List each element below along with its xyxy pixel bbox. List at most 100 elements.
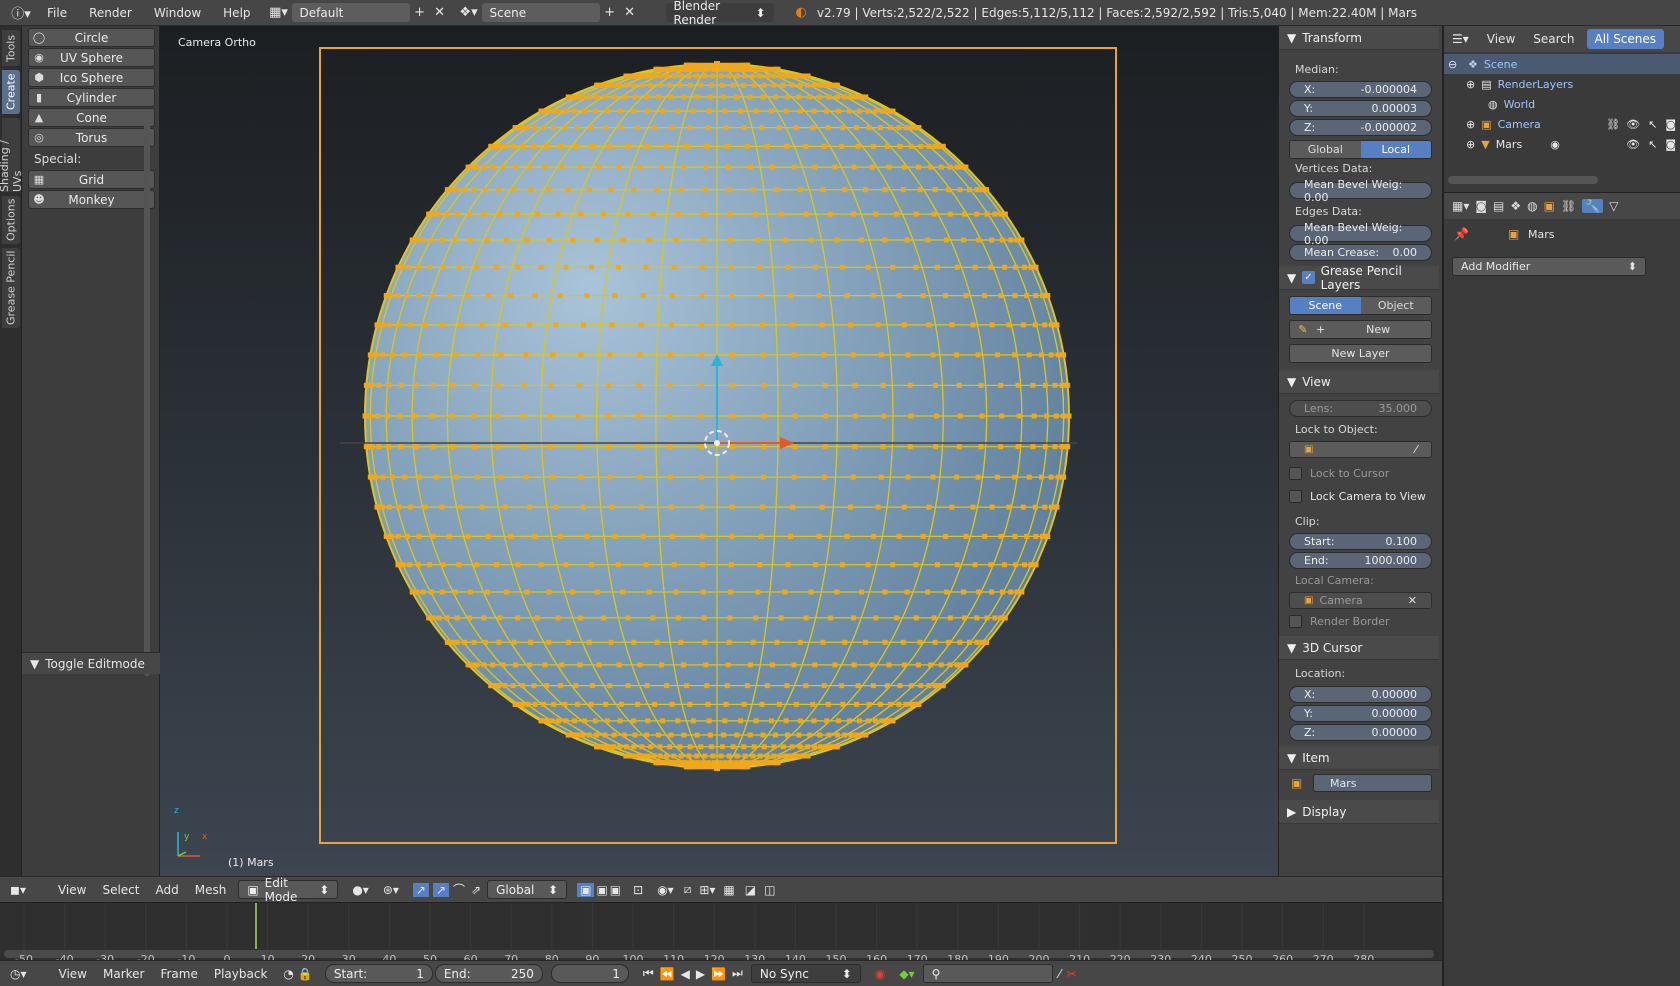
view-panel-header[interactable]: ▼ View xyxy=(1279,370,1439,394)
eye-icon[interactable]: 👁 xyxy=(1626,118,1640,131)
opengl-anim-icon[interactable]: ◫ xyxy=(764,883,775,897)
menu-help[interactable]: Help xyxy=(212,6,261,20)
outliner-editor-icon[interactable]: ☰▾ xyxy=(1444,32,1477,46)
global-button[interactable]: Global xyxy=(1290,141,1361,158)
play-reverse-icon[interactable]: ◀ xyxy=(681,967,690,981)
menu-window[interactable]: Window xyxy=(143,6,212,20)
add-monkey-button[interactable]: ☻ Monkey xyxy=(28,190,155,209)
data-tab-icon[interactable]: ▽ xyxy=(1609,199,1618,213)
keyframe-icon[interactable]: ◆▾ xyxy=(899,967,914,981)
menu-add[interactable]: Add xyxy=(148,883,187,897)
editor-type-icon[interactable]: ◼▾ xyxy=(0,883,36,897)
lock-object-field[interactable]: ▣ ⁄ xyxy=(1289,441,1432,458)
menu-view[interactable]: View xyxy=(50,883,94,897)
keying-set-field[interactable]: ⚲ xyxy=(922,964,1053,983)
camera-render-icon[interactable]: ◙ xyxy=(1665,118,1676,131)
scale-manipulator-icon[interactable]: ⌒ xyxy=(453,881,465,898)
add-ico-sphere-button[interactable]: ⬢ Ico Sphere xyxy=(28,68,155,87)
camera-render-icon[interactable]: ◙ xyxy=(1665,138,1676,151)
outliner-h-scrollbar[interactable] xyxy=(1448,176,1598,184)
screen-layout-icon[interactable]: ▦▾ xyxy=(266,3,292,22)
local-camera-field[interactable]: ▣ Camera ✕ xyxy=(1289,592,1432,609)
toolshelf-scrollbar[interactable] xyxy=(144,116,150,676)
snap-icon[interactable]: ⧄ xyxy=(684,882,692,897)
properties-editor-icon[interactable]: ▦▾ xyxy=(1452,199,1469,213)
menu-mesh[interactable]: Mesh xyxy=(187,883,235,897)
preview-range-icon[interactable]: ◔ xyxy=(283,967,293,981)
world-tab-icon[interactable]: ◍ xyxy=(1527,199,1537,213)
tab-grease-pencil[interactable]: Grease Pencil xyxy=(2,248,20,328)
menu-select[interactable]: Select xyxy=(94,883,147,897)
timeline-menu-playback[interactable]: Playback xyxy=(206,967,276,981)
eyedropper-icon[interactable]: ⁄ xyxy=(1415,443,1417,456)
scene-tab-icon[interactable]: ❖ xyxy=(1510,199,1521,213)
lock-camera-checkbox[interactable]: Lock Camera to View xyxy=(1289,490,1426,503)
manipulator-icon[interactable]: ⇗ xyxy=(471,883,481,897)
outliner-filter-select[interactable]: All Scenes xyxy=(1586,29,1665,49)
constraints-tab-icon[interactable]: ⛓ xyxy=(1561,199,1576,213)
add-modifier-button[interactable]: Add Modifier ⬍ xyxy=(1452,257,1646,276)
mean-bevel-edge-field[interactable]: Mean Bevel Weig: 0.00 xyxy=(1289,221,1432,247)
remove-screen-icon[interactable]: ✕ xyxy=(430,3,450,22)
scene-field[interactable]: Scene xyxy=(481,3,600,22)
grease-scene-button[interactable]: Scene xyxy=(1290,297,1361,314)
cursor-y-field[interactable]: Y: 0.00000 xyxy=(1289,705,1432,722)
modifier-tab-icon[interactable]: 🔧 xyxy=(1582,199,1604,213)
outliner-row-renderlayers[interactable]: ⊕ ▤ RenderLayers xyxy=(1444,74,1680,94)
outliner-row-camera[interactable]: ⊕ ▣ Camera ⛓ 👁 ↖ ◙ xyxy=(1444,114,1680,134)
face-select-icon[interactable]: ▣ xyxy=(610,883,621,897)
outliner-search-menu[interactable]: Search xyxy=(1525,32,1582,46)
tab-shading-uvs[interactable]: Shading / UVs xyxy=(0,118,24,192)
render-tab-icon[interactable]: ◙ xyxy=(1475,199,1487,213)
proportional-edit-icon[interactable]: ◉▾ xyxy=(657,883,674,897)
add-scene-icon[interactable]: + xyxy=(600,3,620,22)
timeline-menu-marker[interactable]: Marker xyxy=(95,967,152,981)
display-panel-header[interactable]: ▶ Display xyxy=(1279,800,1439,824)
3d-cursor-panel-header[interactable]: ▼ 3D Cursor xyxy=(1279,636,1439,660)
operator-panel-header[interactable]: ▼ Toggle Editmode xyxy=(22,652,160,674)
play-icon[interactable]: ▶ xyxy=(696,967,705,981)
clip-start-field[interactable]: Start: 0.100 xyxy=(1289,533,1432,550)
item-panel-header[interactable]: ▼ Item xyxy=(1279,746,1439,770)
remove-scene-icon[interactable]: ✕ xyxy=(620,3,640,22)
opengl-render-icon[interactable]: ◪ xyxy=(745,883,756,897)
add-cone-button[interactable]: ▲ Cone xyxy=(28,108,155,127)
3d-viewport[interactable]: Camera Ortho z y x (1) Mars xyxy=(160,26,1278,876)
insert-keyframe-icon[interactable]: ⁄ xyxy=(1059,967,1061,981)
viewport-shading-icon[interactable]: ●▾ xyxy=(352,883,369,897)
add-grid-button[interactable]: ▦ Grid xyxy=(28,170,155,189)
outliner-view-menu[interactable]: View xyxy=(1477,32,1525,46)
outliner-row-mars[interactable]: ⊕ ▼ Mars ◉ 👁 ↖ ◙ xyxy=(1444,134,1680,154)
tab-tools[interactable]: Tools xyxy=(2,30,20,66)
delete-keyframe-icon[interactable]: ✂ xyxy=(1067,967,1077,981)
pivot-point-icon[interactable]: ⊛▾ xyxy=(383,883,399,897)
transform-panel-header[interactable]: ▼ Transform xyxy=(1279,26,1439,50)
render-border-checkbox[interactable]: Render Border xyxy=(1289,615,1390,628)
mode-select[interactable]: ▣ Edit Mode ⬍ xyxy=(238,876,339,904)
cursor-x-field[interactable]: X: 0.00000 xyxy=(1289,686,1432,703)
lock-to-cursor-checkbox[interactable]: Lock to Cursor xyxy=(1289,467,1389,480)
lock-range-icon[interactable]: 🔒 xyxy=(298,967,313,981)
jump-keyframe-back-icon[interactable]: ⏪ xyxy=(660,967,675,981)
pin-icon[interactable]: 📌 xyxy=(1454,227,1469,241)
snap-target-icon[interactable]: ▦ xyxy=(723,883,734,897)
screen-layout-field[interactable]: Default xyxy=(291,3,410,22)
sync-select[interactable]: No Sync ⬍ xyxy=(750,964,861,983)
add-uv-sphere-button[interactable]: ◉ UV Sphere xyxy=(28,48,155,67)
cursor-select-icon[interactable]: ↖ xyxy=(1648,118,1657,131)
cursor-select-icon[interactable]: ↖ xyxy=(1648,138,1657,151)
clip-end-field[interactable]: End: 1000.000 xyxy=(1289,552,1432,569)
add-circle-button[interactable]: ◯ Circle xyxy=(28,28,155,47)
render-engine-select[interactable]: Blender Render ⬍ xyxy=(665,0,774,27)
cursor-z-field[interactable]: Z: 0.00000 xyxy=(1289,724,1432,741)
tab-create[interactable]: Create xyxy=(2,70,20,114)
timeline[interactable]: -50-40-30-20-100102030405060708090100110… xyxy=(0,902,1442,966)
grease-new-button[interactable]: ✎ + New xyxy=(1289,320,1432,339)
limit-selection-icon[interactable]: ⊡ xyxy=(633,883,643,897)
translate-manipulator-icon[interactable]: ↗ xyxy=(412,882,429,897)
clear-icon[interactable]: ✕ xyxy=(1408,594,1417,607)
jump-start-icon[interactable]: ⏮ xyxy=(643,966,654,981)
grease-object-button[interactable]: Object xyxy=(1360,297,1431,314)
timeline-menu-view[interactable]: View xyxy=(51,967,95,981)
add-cylinder-button[interactable]: ▮ Cylinder xyxy=(28,88,155,107)
